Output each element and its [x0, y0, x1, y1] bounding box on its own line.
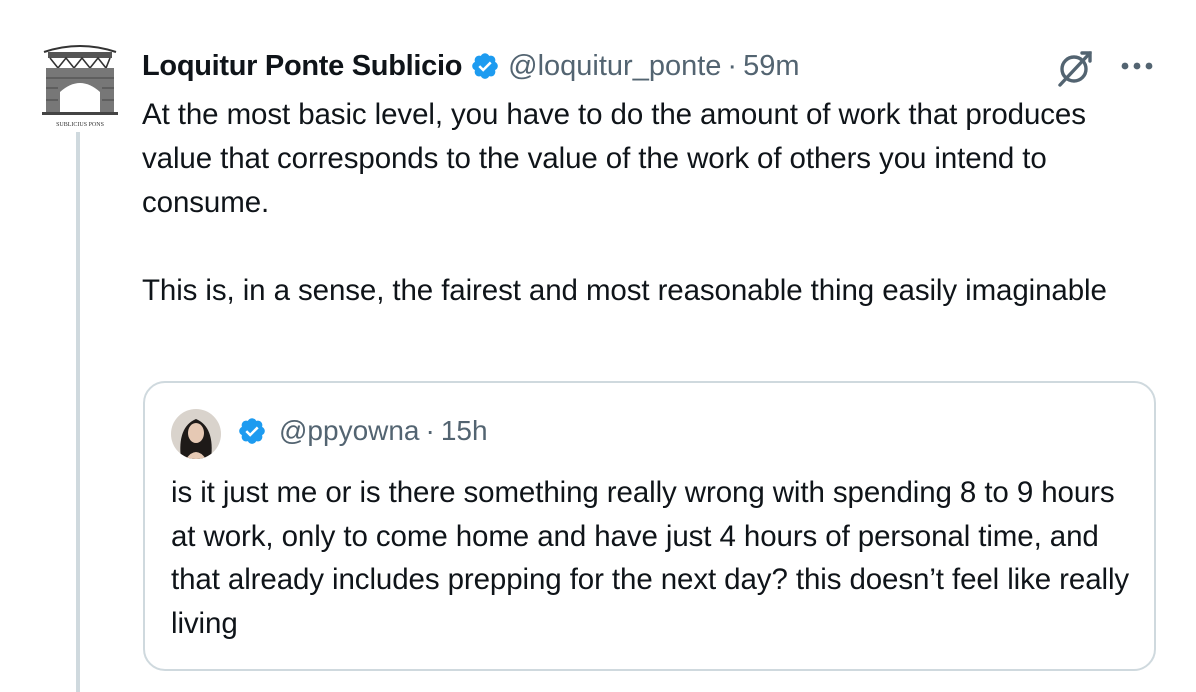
tweet-text: At the most basic level, you have to do …: [142, 98, 1107, 307]
separator-dot: ·: [425, 415, 435, 446]
verified-badge-icon[interactable]: [470, 51, 500, 81]
more-icon[interactable]: [1118, 56, 1156, 76]
verified-badge-icon[interactable]: [237, 416, 267, 446]
author-avatar[interactable]: SUBLICIUS PONS: [38, 38, 122, 130]
author-name[interactable]: Loquitur Ponte Sublicio: [142, 50, 462, 83]
tweet-header: Loquitur Ponte Sublicio @loquitur_ponte …: [142, 46, 800, 86]
thread-line: [76, 132, 80, 692]
grok-icon[interactable]: [1052, 47, 1098, 89]
quoted-tweet-timestamp[interactable]: 15h: [441, 415, 488, 447]
author-handle[interactable]: @loquitur_ponte: [508, 50, 721, 83]
quoted-author-handle[interactable]: @ppyowna: [279, 415, 420, 447]
separator-dot: ·: [727, 49, 738, 82]
quoted-author-avatar[interactable]: [171, 409, 221, 459]
quoted-tweet-text: is it just me or is there something real…: [171, 476, 1138, 640]
bridge-logo-icon: SUBLICIUS PONS: [42, 45, 118, 128]
tweet-timestamp[interactable]: 59m: [743, 50, 799, 83]
svg-text:SUBLICIUS PONS: SUBLICIUS PONS: [56, 122, 104, 128]
quoted-tweet-card[interactable]: @ppyowna · 15h is it just me or is there…: [143, 381, 1156, 671]
quoted-tweet-header: @ppyowna · 15h: [237, 415, 488, 447]
